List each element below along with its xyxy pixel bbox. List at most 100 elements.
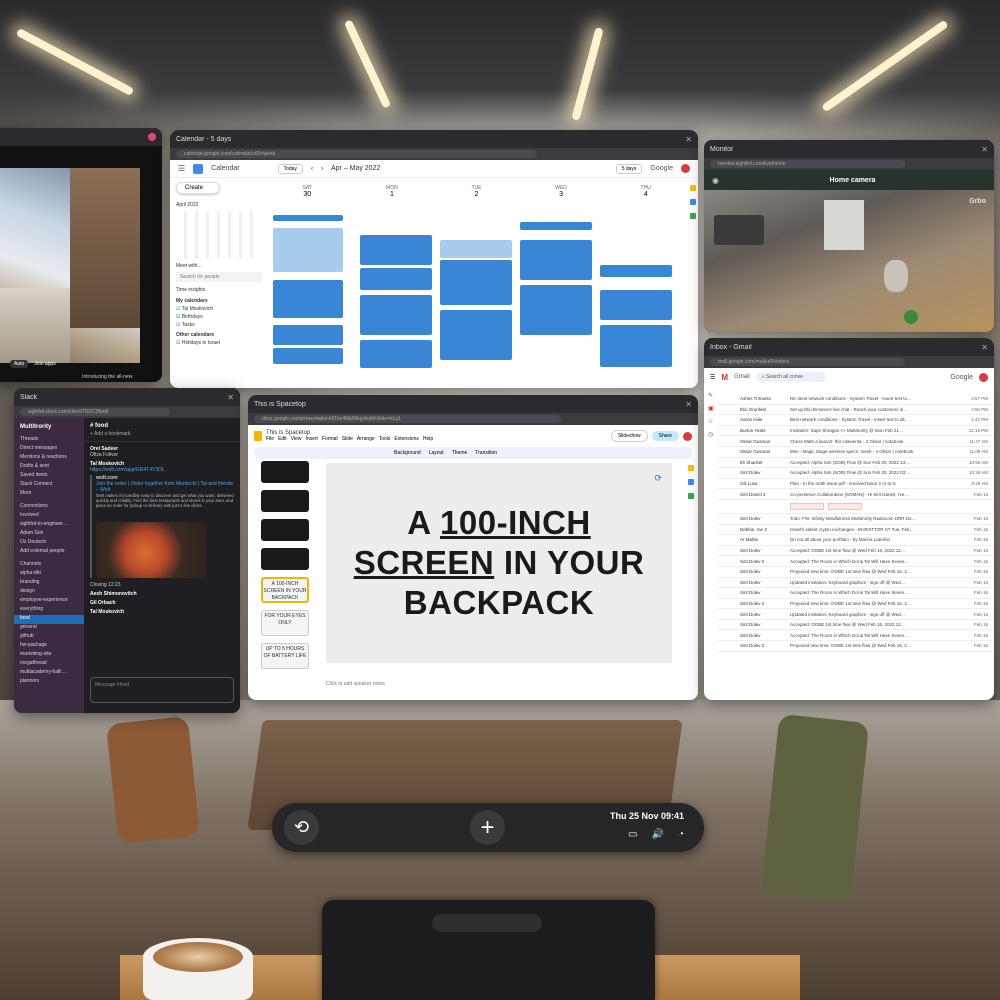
sidebar-item[interactable]: Mentions & reactions (14, 454, 84, 463)
workspace-name[interactable]: Multitrority (14, 418, 84, 436)
search-people-input[interactable]: Search for people (176, 272, 262, 282)
mini-calendar[interactable] (176, 211, 256, 259)
calendar-event[interactable] (360, 340, 432, 368)
search-input[interactable]: ⌕ Search all conve (755, 372, 826, 382)
message-author[interactable]: Gil Orbach (90, 600, 234, 606)
clock-icon[interactable]: ◷ (708, 431, 718, 438)
email-row[interactable]: Sirit Dolev Accepted: Alpha Sim (SOB) Flo… (718, 468, 994, 479)
slide-thumbnail-selected[interactable]: A 100-INCH SCREEN IN YOUR BACKPACK (261, 577, 309, 603)
channel-item[interactable]: general (14, 624, 84, 633)
menu-icon[interactable]: ☰ (178, 164, 185, 173)
camera-window[interactable]: Monitor ✕ monitor.sighthd.com/live/home … (704, 140, 994, 332)
add-window-button[interactable]: + (470, 810, 505, 845)
video-window[interactable]: Auto Join apps Introducing the all-new (0, 128, 162, 382)
calendar-event[interactable] (600, 325, 672, 367)
wifi-icon[interactable]: ◔ (678, 829, 684, 840)
email-row[interactable]: Debbie, me 3 Israel's safest crypto excha… (718, 525, 994, 536)
calendar-event[interactable] (440, 260, 512, 305)
menu-help[interactable]: Help (423, 436, 433, 442)
menu-insert[interactable]: Insert (305, 436, 318, 442)
calendar-event[interactable] (600, 290, 672, 320)
calendar-event[interactable] (273, 215, 343, 221)
sidebar-item[interactable]: Add external people (14, 548, 84, 557)
menu-extensions[interactable]: Extensions (394, 436, 418, 442)
gmail-url[interactable]: mail.google.com/mail/u/0/#inbox (710, 358, 905, 366)
compose-icon[interactable]: ✎ (708, 392, 718, 399)
calendar-event[interactable] (440, 240, 512, 258)
close-icon[interactable]: ✕ (981, 343, 988, 352)
channel-item[interactable]: design (14, 588, 84, 597)
camera-icon[interactable]: ◉ (712, 176, 719, 185)
view-select[interactable]: 5 days (615, 163, 643, 174)
calendar-event[interactable] (273, 325, 343, 345)
connections-heading[interactable]: Connections (14, 503, 84, 512)
message-link[interactable]: https://wolt.com/app/GR4T4Y3DL (90, 467, 234, 473)
channel-item[interactable]: alpha-dbt (14, 570, 84, 579)
menu-tools[interactable]: Tools (379, 436, 391, 442)
toolbar-layout[interactable]: Layout (429, 450, 444, 456)
email-row[interactable]: Sirit Dolev Proposed new time: OOBE 1st t… (718, 567, 994, 578)
slack-url[interactable]: sighthd.slack.com/client/T02/C0food (20, 408, 170, 416)
today-button[interactable]: Today (277, 163, 303, 174)
message-composer[interactable]: Message #food (90, 677, 234, 703)
email-row[interactable]: Sirit Dolev Updated invitation: Keyboard … (718, 609, 994, 620)
calendar-event[interactable] (273, 280, 343, 318)
slide-thumbnail[interactable] (261, 519, 309, 541)
toolbar-theme[interactable]: Theme (452, 450, 468, 456)
menu-arrange[interactable]: Arrange (357, 436, 375, 442)
unfurl-title[interactable]: Join the order | Order together from Mor… (96, 481, 234, 493)
gmail-window[interactable]: Inbox - Gmail ✕ mail.google.com/mail/u/0… (704, 338, 994, 700)
sidebar-item[interactable]: Direct messages (14, 445, 84, 454)
channel-item[interactable]: employee-experience (14, 597, 84, 606)
menu-slide[interactable]: Slide (342, 436, 353, 442)
email-row[interactable]: Sirit Dolev 2 Proposed new time: OOBE 1st… (718, 599, 994, 610)
email-row[interactable]: Burton Yeats Invitation: Sapir Shragan <>… (718, 426, 994, 437)
sidebar-item[interactable]: Saved items (14, 472, 84, 481)
slide-thumbnail[interactable] (261, 461, 309, 483)
menu-edit[interactable]: Edit (278, 436, 287, 442)
avatar[interactable] (979, 372, 988, 382)
close-icon[interactable]: ✕ (685, 135, 692, 144)
slideshow-button[interactable]: Slideshow (610, 430, 648, 442)
sidebar-item[interactable]: More (14, 490, 84, 499)
slides-window[interactable]: This is Spacetop ✕ docs.google.com/prese… (248, 395, 698, 700)
share-button[interactable]: Share (651, 431, 679, 441)
menu-icon[interactable]: ☰ (710, 374, 715, 381)
time-insights[interactable]: Time insights (176, 287, 262, 293)
gmail-tab[interactable]: Inbox - Gmail (710, 344, 752, 351)
email-row[interactable]: Sirit Dolev Accepted: The Room in Which D… (718, 588, 994, 599)
calendar-item[interactable]: ☑ Tal Moskovich (176, 306, 262, 312)
sidebar-item[interactable]: Threads (14, 436, 84, 445)
channel-item[interactable]: github (14, 633, 84, 642)
channel-item[interactable]: everything (14, 606, 84, 615)
menu-file[interactable]: File (266, 436, 274, 442)
calendar-event[interactable] (520, 285, 592, 335)
star-icon[interactable]: ☆ (708, 418, 718, 425)
channel-item[interactable]: multiacademy-halli… (14, 669, 84, 678)
email-row[interactable]: Gili Lusa Plan - In the math issue pdf - … (718, 479, 994, 490)
email-row[interactable]: Sirit Daniel 2 Co-presence Collaboration … (718, 489, 994, 500)
create-button[interactable]: Create (176, 182, 220, 194)
prev-icon[interactable]: ‹ (311, 166, 313, 172)
channel-item[interactable]: hw-package (14, 642, 84, 651)
calendar-item[interactable]: ☑ Tasks (176, 322, 262, 328)
calendar-item[interactable]: ☑ Birthdays (176, 314, 262, 320)
slide-thumbnail[interactable]: UP TO 5 HOURS OF BATTERY LIFE (261, 643, 309, 669)
sidebar-item[interactable]: sighthd-to-engineer… (14, 521, 84, 530)
calendar-event[interactable] (440, 310, 512, 360)
calendar-event[interactable] (520, 240, 592, 280)
slide-thumbnail[interactable] (261, 490, 309, 512)
calendar-event[interactable] (600, 265, 672, 277)
menu-view[interactable]: View (291, 436, 302, 442)
channel-item[interactable]: megathread (14, 660, 84, 669)
sidebar-item[interactable]: Oz Deutsch (14, 539, 84, 548)
next-icon[interactable]: › (321, 166, 323, 172)
sidebar-item[interactable]: Slack Connect (14, 481, 84, 490)
email-row[interactable]: Sirit Dolev 2 Proposed new time: OOBE 1st… (718, 641, 994, 652)
slides-tab[interactable]: This is Spacetop (254, 401, 306, 408)
add-bookmark[interactable]: + Add a bookmark (84, 431, 240, 442)
calendar-item[interactable]: ☑ Holidays in Israel (176, 340, 262, 346)
toolbar-background[interactable]: Background (394, 450, 421, 456)
camera-tab[interactable]: Monitor (710, 146, 733, 153)
email-row[interactable]: Ashes Trimarks Re: Best network condition… (718, 394, 994, 405)
